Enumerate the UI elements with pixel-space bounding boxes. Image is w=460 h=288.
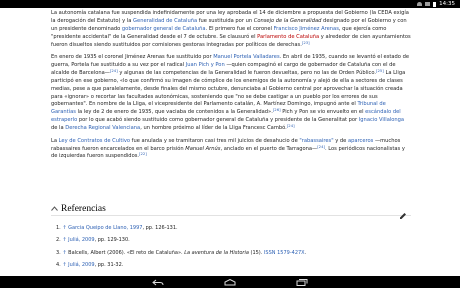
reference-text: .	[304, 249, 307, 256]
recent-apps-icon[interactable]	[296, 278, 308, 286]
link-aparceros[interactable]: aparceros	[348, 138, 373, 144]
italic-text: Manuel Arnús	[185, 145, 221, 152]
citation[interactable]: [23]	[302, 40, 310, 45]
link-gobernador-general[interactable]: gobernador general de Cataluña	[122, 26, 206, 32]
link-generalidad[interactable]: Generalidad de Cataluña	[133, 18, 197, 24]
reference-text: , pp. 129-130.	[94, 237, 130, 244]
text: En enero de 1935 el coronel Jiménez Aren…	[51, 54, 214, 61]
text: y algunas de las competencias de la Gene…	[117, 69, 377, 76]
article-content: La autonomía catalana fue suspendida ind…	[51, 10, 411, 166]
clock: 14:35	[439, 1, 455, 7]
text: la ley de 2 de enero de 1935, que vaciab…	[75, 109, 273, 116]
reference-text: Balcells, Albert (2006). «El reto de Cat…	[68, 249, 185, 256]
references-list: 1. ↑ Garcia Queipo de Llano, 1997, pp. 1…	[56, 222, 411, 271]
text: fue anulada y se tramitaron casi tres mi…	[130, 137, 300, 144]
status-bar: 14:35	[0, 0, 460, 8]
signal-icon	[425, 2, 431, 6]
navigation-bar	[0, 276, 460, 288]
reference-link[interactable]: ISSN 1579-427X	[264, 250, 305, 256]
references-section-header[interactable]: Referencias	[51, 202, 411, 219]
backlink-arrow[interactable]: ↑	[62, 250, 66, 256]
reference-text: , pp. 31-32.	[94, 261, 124, 268]
link-jimenez-arenas[interactable]: Francisco Jiménez Arenas	[274, 26, 339, 32]
paragraph-3: La Ley de Contratos de Cultivo fue anula…	[51, 138, 411, 162]
text: La	[51, 137, 59, 144]
reference-item: 3. ↑ Balcells, Albert (2006). «El reto d…	[56, 249, 307, 256]
citation[interactable]: [24]	[110, 68, 118, 73]
backlink-arrow[interactable]: ↑	[62, 262, 66, 268]
chevron-up-icon[interactable]	[51, 205, 61, 213]
backlink-arrow[interactable]: ↑	[62, 237, 66, 243]
home-icon[interactable]	[224, 278, 236, 286]
link-ley-contratos[interactable]: Ley de Contratos de Cultivo	[59, 138, 130, 144]
reference-item: 4. ↑ Juliá, 2009, pp. 31-32.	[56, 261, 124, 268]
citation[interactable]: [26]	[273, 107, 281, 112]
link-portela[interactable]: Manuel Portela Valladares	[213, 54, 279, 60]
wifi-icon	[417, 2, 423, 6]
link-parlamento[interactable]: Parlamento de Cataluña	[257, 34, 319, 40]
reference-italic: La aventura de la Historia	[184, 249, 249, 256]
citation[interactable]: [25]	[376, 68, 384, 73]
edit-pencil-icon[interactable]	[399, 205, 407, 219]
text: de la	[51, 125, 66, 132]
citation[interactable]: [22]	[139, 151, 147, 156]
backlink-arrow[interactable]: ↑	[62, 225, 66, 231]
text: fue sustituida por un	[197, 17, 254, 24]
citation[interactable]: [24]	[317, 144, 325, 149]
text: . El primero fue el coronel	[205, 25, 274, 32]
link-villalonga[interactable]: Ignacio Villalonga	[359, 117, 404, 123]
link-pich-y-pon[interactable]: Juan Pich y Pon	[186, 62, 225, 68]
reference-text: (15).	[248, 249, 264, 256]
section-title: Referencias	[61, 203, 106, 214]
reference-item: 1. ↑ Garcia Queipo de Llano, 1997, pp. 1…	[56, 225, 178, 231]
text: Pich y Pon se vio envuelto en el	[280, 109, 366, 116]
reference-link[interactable]: Juliá, 2009	[68, 237, 94, 243]
text: , anclado en el puerto de Tarragona—	[220, 145, 318, 152]
battery-icon	[433, 1, 437, 7]
text: por lo que acabó siendo sustituido como …	[77, 117, 359, 124]
text: , un hombre próximo al líder de la Lliga…	[140, 125, 287, 132]
reference-link[interactable]: Garcia Queipo de Llano, 1997	[68, 225, 142, 231]
text: y de	[333, 137, 348, 144]
paragraph-1: La autonomía catalana fue suspendida ind…	[51, 10, 411, 50]
italic-text: Consejo de la Generalidad	[253, 17, 322, 24]
link-derecha-regional[interactable]: Derecha Regional Valenciana	[65, 125, 140, 131]
back-icon[interactable]	[152, 278, 164, 286]
reference-item: 2. ↑ Juliá, 2009, pp. 129-130.	[56, 237, 130, 244]
reference-link[interactable]: Juliá, 2009	[68, 262, 94, 268]
paragraph-2: En enero de 1935 el coronel Jiménez Aren…	[51, 54, 411, 133]
citation[interactable]: [24]	[287, 123, 295, 128]
reference-text: , pp. 126-131.	[142, 225, 178, 231]
